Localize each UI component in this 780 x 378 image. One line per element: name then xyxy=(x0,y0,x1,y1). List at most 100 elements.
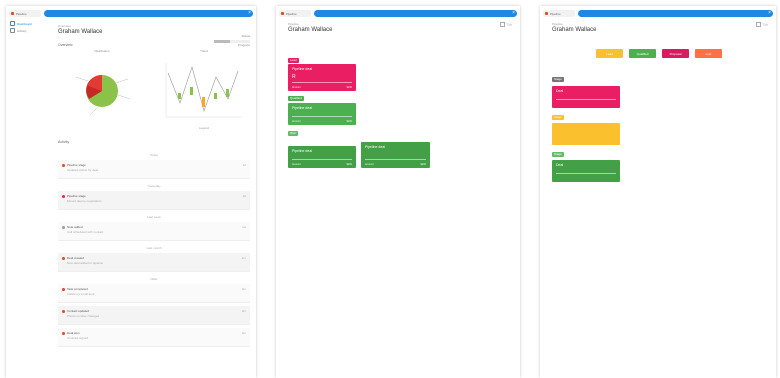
candle-mark[interactable] xyxy=(178,93,181,99)
filter-bar: Lead Qualified Proposal Lost xyxy=(596,49,726,59)
activity-row[interactable]: Task completed Follow up email sent 2m xyxy=(58,284,250,303)
stage-badge-label: Lead xyxy=(290,58,297,62)
activity-row[interactable]: Pipeline stage Moved deal to negotiation 2… xyxy=(58,191,250,210)
amount-label: Amount xyxy=(292,163,301,166)
stage-badge-label: Stage xyxy=(554,77,562,81)
activity-group-date: Yesterday xyxy=(147,184,161,188)
edit-icon xyxy=(499,22,505,27)
activity-time: 2d xyxy=(242,194,246,198)
close-icon[interactable]: × xyxy=(512,10,515,17)
edit-button[interactable]: Edit xyxy=(499,22,512,27)
activity-time: 1w xyxy=(242,225,246,229)
activity-subtitle: Call scheduled with contact xyxy=(67,230,104,234)
status-dot xyxy=(62,310,65,313)
activity-time: 3m xyxy=(241,309,246,313)
favicon-icon xyxy=(281,12,284,15)
activity-row[interactable]: Deal won Contract signed 4m xyxy=(58,328,250,347)
activity-row[interactable]: Note added Call scheduled with contact 1w xyxy=(58,222,250,241)
deal-card-title: Deal xyxy=(556,89,564,93)
stage-badge: Won xyxy=(288,131,299,136)
deal-card-title: Pipeline deal xyxy=(292,106,313,110)
address-bar[interactable]: × xyxy=(578,10,773,17)
stage-badge-label: Qualified xyxy=(290,96,302,100)
favicon-icon xyxy=(11,12,14,15)
line-chart-legend: Legend xyxy=(198,126,209,130)
activity-subtitle: Follow up email sent xyxy=(67,292,95,296)
browser-tab[interactable]: Pipeline xyxy=(9,10,41,17)
deal-card-footer: Amount $200 xyxy=(292,120,352,123)
status-dot xyxy=(62,226,65,229)
pie-leader-line xyxy=(115,78,129,84)
card-divider xyxy=(556,99,616,100)
sidebar-item-dashboard[interactable]: Dashboard xyxy=(6,20,48,27)
stage-badge-label: Won xyxy=(290,131,297,135)
breadcrumb[interactable]: Pipeline xyxy=(288,22,512,26)
activity-list: Today Pipeline stage Updated status for de… xyxy=(58,148,250,347)
edit-button[interactable]: Edit xyxy=(755,22,768,27)
page-header: Pipeline Graham Wallace Edit xyxy=(552,22,768,40)
breadcrumb[interactable]: Pipeline xyxy=(552,22,768,26)
candle-mark[interactable] xyxy=(202,97,205,107)
browser-titlebar: Pipeline × xyxy=(6,9,256,18)
deal-card[interactable]: Pipeline deal Amount $200 xyxy=(361,142,430,168)
tab-label: Pipeline xyxy=(550,11,561,16)
activity-title: Pipeline stage xyxy=(67,194,86,198)
page-title: Graham Wallace xyxy=(288,27,333,33)
deal-card[interactable]: Deal xyxy=(552,86,620,108)
edit-label: Edit xyxy=(506,22,512,27)
breadcrumb[interactable]: Overview xyxy=(58,24,250,28)
section-heading-activity: Activity xyxy=(58,140,70,144)
progress-fill xyxy=(214,40,231,43)
filter-button-lead[interactable]: Lead xyxy=(596,49,623,58)
activity-group-date: Last month xyxy=(146,246,162,250)
candle-mark[interactable] xyxy=(190,87,193,95)
close-icon[interactable]: × xyxy=(768,10,771,17)
deal-card-title: Deal xyxy=(556,163,564,167)
candle-mark[interactable] xyxy=(226,89,229,97)
activity-row[interactable]: Pipeline stage Updated status for deal 1d xyxy=(58,160,250,179)
activity-row[interactable]: Deal created New deal added to pipeline 1m xyxy=(58,253,250,272)
main-content: Overview Graham Wallace Status Progress … xyxy=(58,24,250,378)
candle-mark[interactable] xyxy=(214,93,217,99)
filter-button-proposal[interactable]: Proposal xyxy=(662,49,689,58)
stage-badge-label: Stage xyxy=(554,115,562,119)
status-dot xyxy=(62,257,65,260)
deal-card[interactable]: Pipeline deal Amount $200 xyxy=(288,103,356,125)
deal-card[interactable]: Pipeline deal Amount $200 xyxy=(288,146,356,168)
card-divider xyxy=(365,159,426,160)
deal-card[interactable]: Pipeline deal R Amount $200 xyxy=(288,64,356,91)
amount-label: Amount xyxy=(365,163,374,166)
deal-card[interactable] xyxy=(552,123,620,145)
amount-label: Amount xyxy=(292,120,301,123)
address-bar[interactable]: × xyxy=(314,10,517,17)
edit-icon xyxy=(755,22,761,27)
filter-button-qualified[interactable]: Qualified xyxy=(629,49,656,58)
stage-badge: Stage xyxy=(552,115,564,120)
activity-group-date: Older xyxy=(150,277,158,281)
line-chart-svg xyxy=(165,63,242,118)
status-dot xyxy=(62,288,65,291)
favicon-icon xyxy=(545,12,548,15)
pie-leader-line xyxy=(75,76,89,82)
dashboard-icon xyxy=(10,21,15,26)
sidebar-item-activity[interactable]: Activity xyxy=(6,27,48,34)
stage-badge: Lead xyxy=(288,58,299,63)
activity-subtitle: Phone number changed xyxy=(67,314,100,318)
status-dot xyxy=(62,195,65,198)
browser-tab[interactable]: Pipeline xyxy=(543,10,575,17)
pie-leader-line xyxy=(117,94,131,100)
status-dot xyxy=(62,332,65,335)
filter-label: Proposal xyxy=(669,51,682,56)
amount-label: Amount xyxy=(292,86,301,89)
activity-subtitle: Updated status for deal xyxy=(67,168,99,172)
browser-tab[interactable]: Pipeline xyxy=(279,10,311,17)
address-bar[interactable]: × xyxy=(44,10,253,17)
filter-button-lost[interactable]: Lost xyxy=(695,49,722,58)
sidebar-item-label: Dashboard xyxy=(17,21,32,26)
activity-row[interactable]: Contact updated Phone number changed 3m xyxy=(58,306,250,325)
amount-value: $200 xyxy=(420,163,426,166)
deal-card[interactable]: Deal xyxy=(552,160,620,182)
sidebar: Dashboard Activity xyxy=(6,20,48,378)
progress-bar xyxy=(214,40,250,43)
close-icon[interactable]: × xyxy=(248,10,251,17)
